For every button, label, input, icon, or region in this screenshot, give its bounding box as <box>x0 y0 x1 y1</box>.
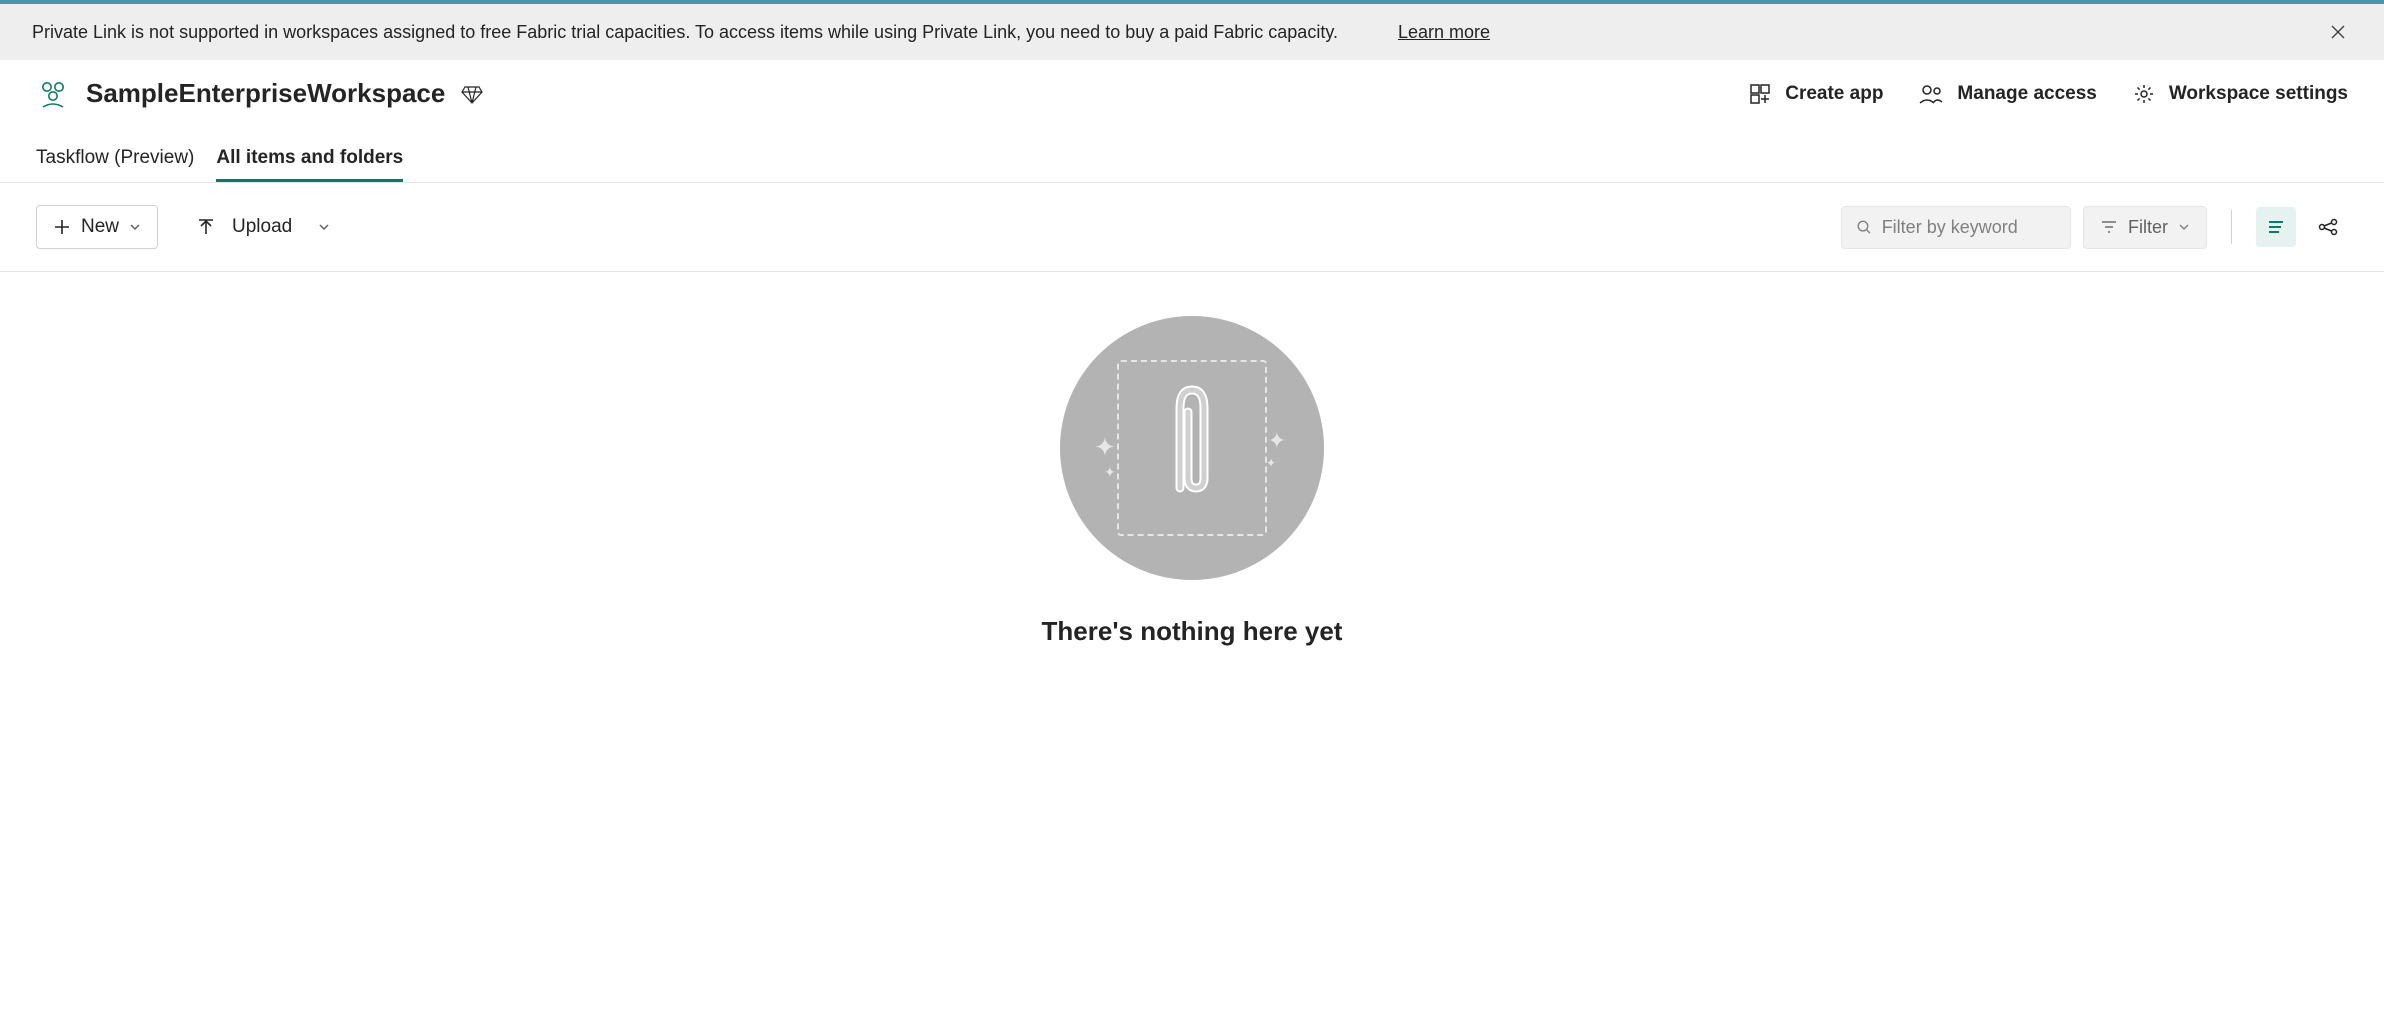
workspace-header: SampleEnterpriseWorkspace Create app Man… <box>0 60 2384 109</box>
empty-illustration: ✦ ✦ ✦ ✦ <box>1060 316 1324 580</box>
upload-icon <box>196 217 216 237</box>
manage-access-label: Manage access <box>1957 83 2096 105</box>
sparkle-icon: ✦ <box>1268 428 1286 454</box>
empty-state-title: There's nothing here yet <box>1042 616 1343 647</box>
chevron-down-icon <box>318 221 330 233</box>
filter-input[interactable] <box>1882 217 2056 238</box>
tab-taskflow[interactable]: Taskflow (Preview) <box>36 137 194 182</box>
upload-button-label: Upload <box>232 216 292 238</box>
toolbar-right: Filter <box>1841 206 2348 249</box>
learn-more-link[interactable]: Learn more <box>1398 22 1490 43</box>
search-icon <box>1856 218 1872 236</box>
create-app-label: Create app <box>1785 83 1883 105</box>
filter-icon <box>2100 218 2118 236</box>
workspace-settings-button[interactable]: Workspace settings <box>2133 83 2348 105</box>
filter-button-label: Filter <box>2128 217 2168 238</box>
sparkle-icon: ✦ <box>1094 432 1116 463</box>
people-icon <box>1919 83 1943 105</box>
chevron-down-icon <box>2178 221 2190 233</box>
app-grid-icon <box>1749 83 1771 105</box>
gear-icon <box>2133 83 2155 105</box>
close-icon <box>2330 24 2346 40</box>
filter-search-container[interactable] <box>1841 206 2071 249</box>
create-app-button[interactable]: Create app <box>1749 83 1883 105</box>
list-icon <box>2266 217 2286 237</box>
toolbar-divider <box>2231 210 2232 244</box>
diamond-icon <box>461 83 483 105</box>
paperclip-icon <box>1163 378 1221 518</box>
header-actions: Create app Manage access Workspace setti… <box>1749 83 2348 105</box>
sparkle-icon: ✦ <box>1266 456 1276 470</box>
info-banner: Private Link is not supported in workspa… <box>0 4 2384 60</box>
workspace-settings-label: Workspace settings <box>2169 83 2348 105</box>
lineage-icon <box>2317 217 2339 237</box>
chevron-down-icon <box>129 221 141 233</box>
plus-icon <box>53 218 71 236</box>
upload-button[interactable]: Upload <box>184 206 342 248</box>
banner-close-button[interactable] <box>2324 18 2352 46</box>
empty-state: ✦ ✦ ✦ ✦ There's nothing here yet <box>0 272 2384 647</box>
tab-all-items[interactable]: All items and folders <box>216 137 403 182</box>
workspace-title: SampleEnterpriseWorkspace <box>36 78 483 109</box>
tabs-bar: Taskflow (Preview) All items and folders <box>0 137 2384 183</box>
new-button[interactable]: New <box>36 205 158 249</box>
lineage-view-toggle[interactable] <box>2308 207 2348 247</box>
banner-message: Private Link is not supported in workspa… <box>32 22 1338 43</box>
manage-access-button[interactable]: Manage access <box>1919 83 2096 105</box>
list-view-toggle[interactable] <box>2256 207 2296 247</box>
filter-button[interactable]: Filter <box>2083 206 2207 249</box>
sparkle-icon: ✦ <box>1104 464 1116 481</box>
workspace-title-text: SampleEnterpriseWorkspace <box>86 78 445 109</box>
workspace-people-icon <box>36 79 70 109</box>
new-button-label: New <box>81 216 119 238</box>
toolbar: New Upload Filter <box>0 183 2384 272</box>
